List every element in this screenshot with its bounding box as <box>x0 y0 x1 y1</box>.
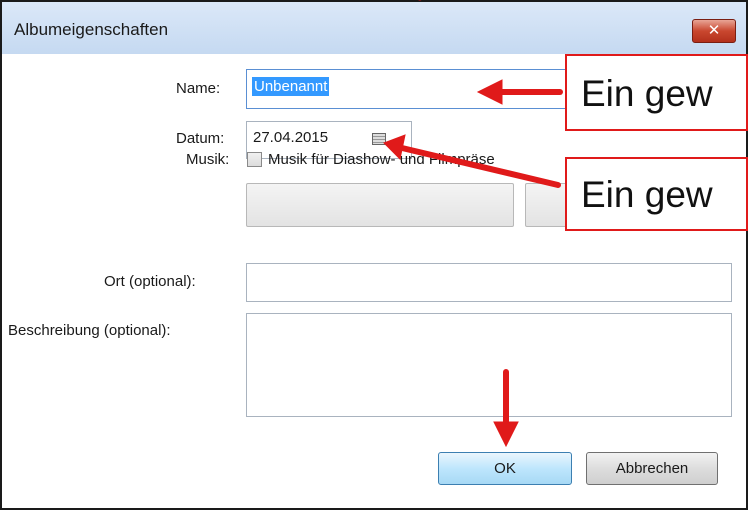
arrow-date-shaft <box>399 145 561 188</box>
arrow-ok-head <box>493 421 519 448</box>
annotation-arrows <box>383 0 563 448</box>
arrow-date-head <box>383 134 406 161</box>
arrow-name-head <box>476 79 503 105</box>
